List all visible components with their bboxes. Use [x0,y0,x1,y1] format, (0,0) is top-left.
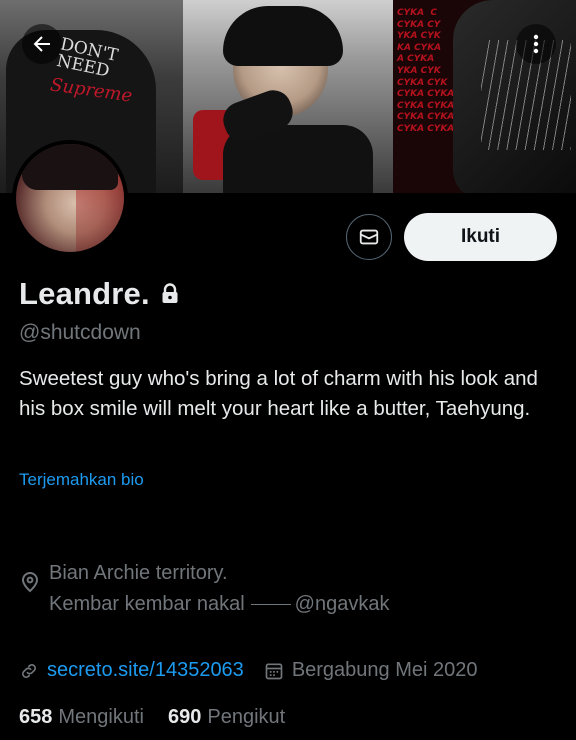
followers-stat[interactable]: 690 Pengikut [168,706,285,729]
more-options-button[interactable] [516,24,556,64]
location-pin-icon [21,571,39,593]
profile-bio: Sweetest guy who's bring a lot of charm … [19,367,538,420]
message-button[interactable] [346,214,392,260]
profile-meta-row: secreto.site/14352063 Bergabung Mei 2020 [19,659,478,682]
avatar[interactable] [12,140,128,256]
lock-icon [162,283,178,303]
location-text: Bian Archie territory. Kembar kembar nak… [49,558,389,620]
join-date: Bergabung Mei 2020 [291,659,478,681]
followers-count: 690 [167,706,202,728]
followers-label: Pengikut [207,706,286,728]
following-label: Mengikuti [58,706,144,728]
website-link[interactable]: secreto.site/14352063 [47,659,244,682]
username-handle: @shutcdown [19,321,141,344]
location-line-2-text: Kembar kembar nakal [49,593,245,615]
follow-stats: 658 Mengikuti 690 Pengikut [19,706,285,729]
location-dash [250,603,291,606]
follow-button[interactable]: Ikuti [404,213,557,261]
banner-photo-middle [183,0,393,193]
mail-icon [359,229,379,245]
more-vertical-icon [533,34,539,54]
location-line-2: Kembar kembar nakal @ngavkak [49,589,389,620]
banner-hair [223,6,343,66]
following-stat[interactable]: 658 Mengikuti [19,706,144,729]
calendar-icon [265,663,283,679]
arrow-left-icon [33,36,50,52]
location-line-1: Bian Archie territory. [49,562,228,584]
translate-bio-link[interactable]: Terjemahkan bio [19,470,144,490]
following-count: 658 [19,706,53,728]
avatar-hair [22,144,118,190]
location-mention: @ngavkak [294,593,390,615]
avatar-photo [16,144,124,252]
display-name: Leandre. [19,276,150,311]
link-icon [22,663,36,678]
back-button[interactable] [22,24,62,64]
display-name-row: Leandre. [19,276,180,312]
